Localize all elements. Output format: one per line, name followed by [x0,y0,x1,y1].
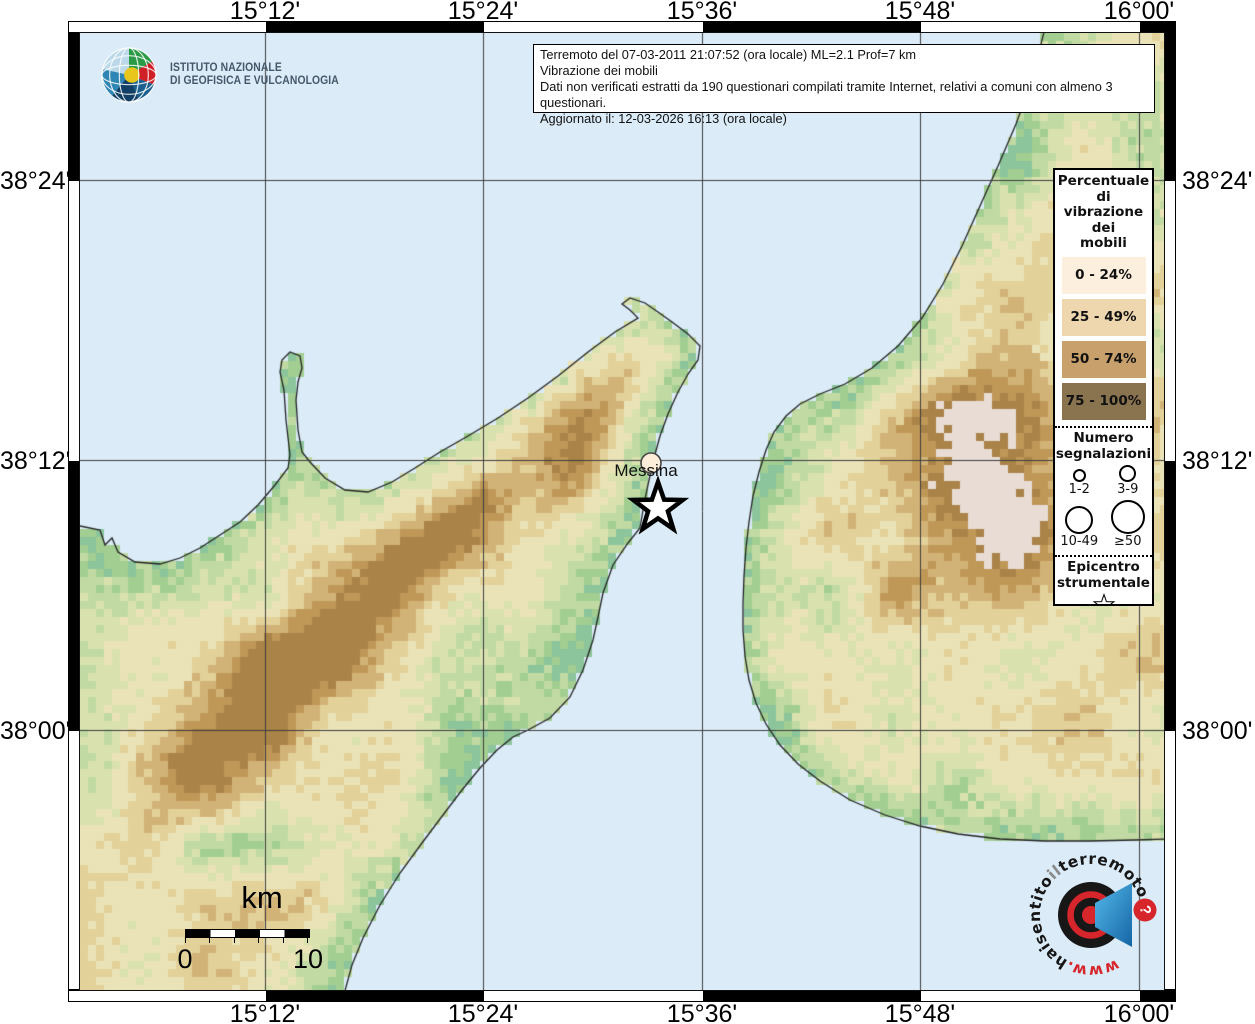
haisentitoilterremoto-logo: www.haisentitoilterremoto.it ? [1026,846,1168,992]
count-circle-icon [1111,500,1145,534]
axis-tick-top: 15°24' [448,0,518,26]
axis-tick-right: 38°00' [1182,717,1252,746]
axis-tick-bottom: 15°12' [230,1000,300,1024]
ingv-logo: ISTITUTO NAZIONALE DI GEOFISICA E VULCAN… [100,46,358,104]
axis-tick-top: 15°48' [885,0,955,26]
legend-count-row: 10-49 ≥50 [1055,497,1152,549]
event-info-box: Terremoto del 07-03-2011 21:07:52 (ora l… [533,44,1155,113]
event-info-line: Vibrazione dei mobili [540,63,1148,79]
axis-tick-top: 16°00' [1104,0,1174,26]
legend-swatch: 0 - 24% [1062,257,1146,294]
scale-bar: km 0 10 [168,884,343,984]
axis-tick-left: 38°00' [0,717,64,746]
legend-title: Percentuale di vibrazione dei mobili [1055,170,1152,252]
axis-tick-bottom: 15°48' [885,1000,955,1024]
legend-swatch: 25 - 49% [1062,299,1146,336]
legend-count-row: 1-2 3-9 [1055,462,1152,497]
legend-epicenter-title: Epicentro strumentale [1055,557,1152,591]
ingv-globe-icon [100,46,158,104]
legend-swatch: 75 - 100% [1062,383,1146,420]
count-circle-icon [1065,506,1093,534]
axis-tick-right: 38°24' [1182,167,1252,196]
map-page: Messina 15°12' 15°24' 15°36' 15°48' 16°0… [0,0,1255,1024]
axis-tick-top: 15°36' [667,0,737,26]
axis-tick-top: 15°12' [230,0,300,26]
legend: Percentuale di vibrazione dei mobili 0 -… [1053,168,1154,606]
ingv-logo-text: ISTITUTO NAZIONALE DI GEOFISICA E VULCAN… [170,62,339,89]
legend-counts-title: Numero segnalazioni [1055,428,1152,462]
event-info-line: Aggiornato il: 12-03-2026 16:13 (ora loc… [540,111,1148,127]
axis-tick-bottom: 15°36' [667,1000,737,1024]
count-circle-icon [1119,465,1136,482]
scale-unit: km [241,880,282,916]
legend-swatch: 50 - 74% [1062,341,1146,378]
map-canvas [80,33,1164,990]
axis-tick-left: 38°24' [0,167,64,196]
scale-start: 0 [177,944,192,975]
count-circle-icon [1073,469,1086,482]
event-info-line: Dati non verificati estratti da 190 ques… [540,79,1148,111]
scale-bar-graphic [185,929,310,938]
scale-end: 10 [293,944,323,975]
axis-tick-bottom: 15°24' [448,1000,518,1024]
legend-star-icon [1092,593,1116,607]
axis-tick-left: 38°12' [0,447,64,476]
axis-tick-bottom: 16°00' [1104,1000,1174,1024]
event-info-line: Terremoto del 07-03-2011 21:07:52 (ora l… [540,47,1148,63]
axis-tick-right: 38°12' [1182,447,1252,476]
